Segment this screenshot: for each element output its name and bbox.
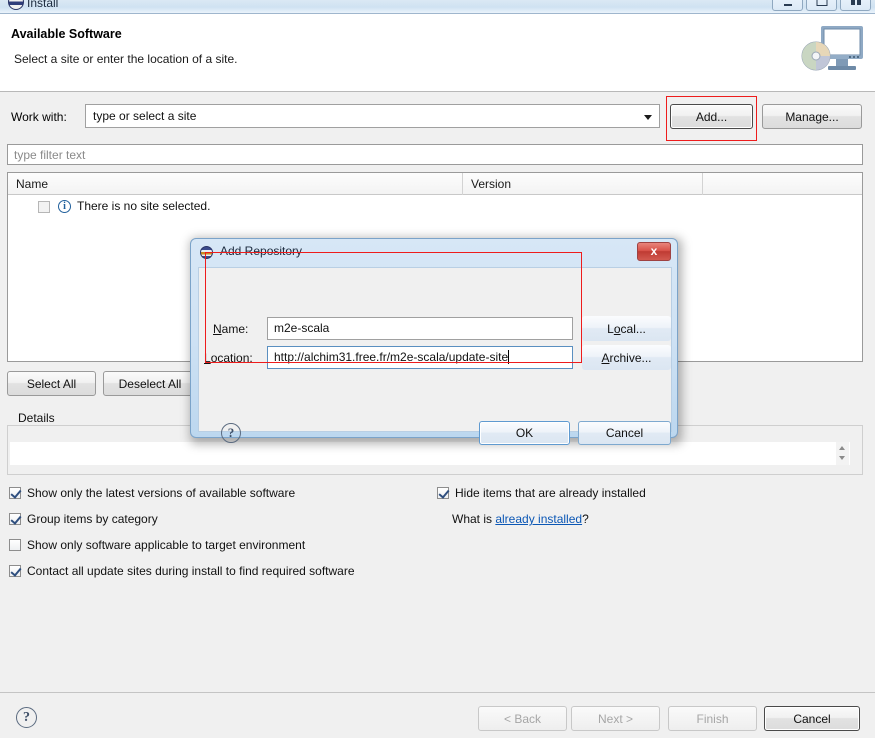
window-controls (772, 0, 871, 11)
page-subtitle: Select a site or enter the location of a… (14, 52, 238, 66)
what-is-prefix: What is (452, 512, 496, 526)
wizard-header: Available Software Select a site or ente… (0, 14, 875, 92)
what-is-installed-text: What is already installed? (452, 512, 589, 526)
details-legend: Details (14, 411, 59, 425)
restore-button[interactable] (840, 0, 871, 11)
add-button[interactable]: Add... (670, 104, 753, 129)
eclipse-icon (8, 0, 24, 10)
dialog-title: Add Repository (220, 244, 303, 258)
details-text[interactable] (10, 442, 850, 465)
monitor-cd-icon (801, 26, 863, 71)
option-label: Show only the latest versions of availab… (27, 486, 296, 500)
next-button[interactable]: Next > (571, 706, 660, 731)
option-target-environment[interactable]: Show only software applicable to target … (9, 538, 305, 552)
location-field[interactable]: http://alchim31.free.fr/m2e-scala/update… (267, 346, 573, 369)
dialog-body: Name: m2e-scala Location: http://alchim3… (198, 267, 672, 445)
location-value: http://alchim31.free.fr/m2e-scala/update… (274, 350, 509, 364)
close-icon[interactable]: x (637, 242, 671, 261)
details-scrollbar[interactable] (836, 442, 849, 465)
name-field[interactable]: m2e-scala (267, 317, 573, 340)
table-row[interactable]: i There is no site selected. (8, 197, 862, 217)
deselect-all-button[interactable]: Deselect All (103, 371, 197, 396)
filter-input[interactable]: type filter text (7, 144, 863, 165)
name-label: Name: (213, 322, 249, 336)
dialog-titlebar: Add Repository x (191, 239, 677, 265)
option-latest-versions[interactable]: Show only the latest versions of availab… (9, 486, 295, 500)
option-group-by-category[interactable]: Group items by category (9, 512, 158, 526)
checkbox-target-environment[interactable] (9, 539, 21, 551)
option-hide-installed[interactable]: Hide items that are already installed (437, 486, 646, 500)
checkbox-hide-installed[interactable] (437, 487, 449, 499)
option-label: Contact all update sites during install … (27, 564, 355, 578)
select-all-button[interactable]: Select All (7, 371, 96, 396)
option-contact-update-sites[interactable]: Contact all update sites during install … (9, 564, 355, 578)
ok-button[interactable]: OK (479, 421, 570, 445)
option-label: Show only software applicable to target … (27, 538, 306, 552)
dialog-cancel-button[interactable]: Cancel (578, 421, 671, 445)
help-icon[interactable]: ? (16, 707, 37, 728)
window-title: Install (27, 0, 59, 10)
info-icon: i (58, 200, 71, 213)
local-button[interactable]: Lo cal... (582, 316, 671, 341)
checkbox-group-by-category[interactable] (9, 513, 21, 525)
work-with-value: type or select a site (93, 109, 197, 123)
scroll-down-icon[interactable] (839, 456, 845, 460)
text-cursor (508, 350, 510, 364)
already-installed-link[interactable]: already installed (495, 512, 582, 526)
option-label: Group items by category (27, 512, 158, 526)
eclipse-icon (200, 246, 213, 259)
minimize-button[interactable] (772, 0, 803, 11)
dialog-help-icon[interactable]: ? (221, 423, 241, 443)
back-button[interactable]: < Back (478, 706, 567, 731)
manage-button[interactable]: Manage... (762, 104, 862, 129)
install-wizard-window: Install Available Software Select a site… (0, 0, 875, 738)
row-label: There is no site selected. (77, 199, 211, 213)
finish-button[interactable]: Finish (668, 706, 757, 731)
window-titlebar: Install (0, 0, 875, 14)
chevron-down-icon[interactable] (644, 115, 652, 120)
what-is-suffix: ? (582, 512, 589, 526)
option-label: Hide items that are already installed (455, 486, 646, 500)
work-with-label: Work with: (11, 110, 67, 124)
footer-divider (0, 692, 875, 693)
name-value: m2e-scala (274, 321, 330, 335)
column-header-version[interactable]: Version (463, 173, 703, 195)
column-header-name[interactable]: Name (8, 173, 463, 195)
table-header: Name Version (8, 173, 862, 195)
page-title: Available Software (11, 27, 122, 41)
archive-button[interactable]: Archive... (582, 345, 671, 370)
row-checkbox[interactable] (38, 201, 50, 213)
add-repository-dialog: Add Repository x Name: m2e-scala Locatio… (190, 238, 678, 445)
work-with-combo[interactable]: type or select a site (85, 104, 660, 128)
checkbox-latest-versions[interactable] (9, 487, 21, 499)
maximize-button[interactable] (806, 0, 837, 11)
scroll-up-icon[interactable] (839, 446, 845, 450)
filter-placeholder: type filter text (14, 148, 86, 162)
cancel-button[interactable]: Cancel (764, 706, 860, 731)
column-header-blank[interactable] (703, 173, 862, 195)
checkbox-contact-update-sites[interactable] (9, 565, 21, 577)
location-label: Location: (204, 351, 253, 365)
